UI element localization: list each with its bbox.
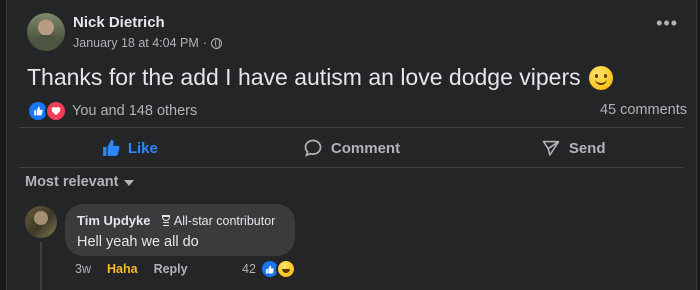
slightly-smiling-face-icon (588, 65, 613, 90)
send-label: Send (568, 139, 606, 157)
reactions-text: You and 148 others (72, 103, 198, 119)
trophy-icon (161, 215, 171, 227)
comment-button[interactable]: Comment (241, 132, 463, 164)
comment-text: Hell yeah we all do (77, 234, 199, 250)
comment-label: Comment (330, 139, 401, 157)
comment-actions: 3w Haha Reply (75, 262, 188, 276)
haha-reaction-button[interactable]: Haha (107, 262, 138, 276)
divider (19, 167, 684, 168)
post-text: Thanks for the add I have autism an love… (27, 64, 581, 90)
comment-icon (304, 139, 322, 157)
send-button[interactable]: Send (462, 132, 684, 164)
post-actions: Like Comment Send (19, 132, 684, 164)
like-label: Like (127, 139, 158, 157)
like-button[interactable]: Like (19, 132, 241, 164)
commenter-name[interactable]: Tim Updyke (77, 213, 150, 228)
like-icon (102, 139, 120, 156)
comments-count[interactable]: 45 comments (600, 102, 687, 118)
comment-time[interactable]: 3w (75, 262, 91, 276)
badge-label: All-star contributor (173, 213, 276, 228)
post-author-name[interactable]: Nick Dietrich (73, 14, 165, 31)
more-options-icon[interactable]: ••• (656, 14, 678, 32)
divider (19, 127, 684, 128)
love-icon (45, 100, 67, 122)
sort-label: Most relevant (25, 174, 119, 190)
contributor-badge[interactable]: All-star contributor (161, 214, 275, 228)
laugh-icon (275, 259, 296, 279)
reply-button[interactable]: Reply (154, 262, 188, 276)
author-avatar[interactable] (27, 13, 65, 51)
post-body: Thanks for the add I have autism an love… (27, 64, 613, 91)
post-card: Nick Dietrich January 18 at 4:04 PM · ••… (6, 0, 697, 290)
comment-reaction-count: 42 (242, 262, 256, 276)
chevron-down-icon (124, 180, 135, 186)
globe-icon[interactable] (210, 37, 222, 49)
commenter-avatar[interactable] (25, 206, 57, 238)
reaction-summary[interactable]: You and 148 others (27, 100, 197, 122)
thread-line (40, 242, 42, 290)
comment-bubble: Tim Updyke All-star contributor Hell yea… (65, 204, 295, 256)
comment-sort-dropdown[interactable]: Most relevant (25, 174, 135, 190)
post-meta: January 18 at 4:04 PM · (73, 36, 222, 50)
meta-separator: · (202, 36, 207, 50)
comment-reaction-summary[interactable]: 42 (242, 259, 296, 279)
send-icon (542, 140, 560, 156)
post-timestamp[interactable]: January 18 at 4:04 PM (73, 36, 199, 50)
